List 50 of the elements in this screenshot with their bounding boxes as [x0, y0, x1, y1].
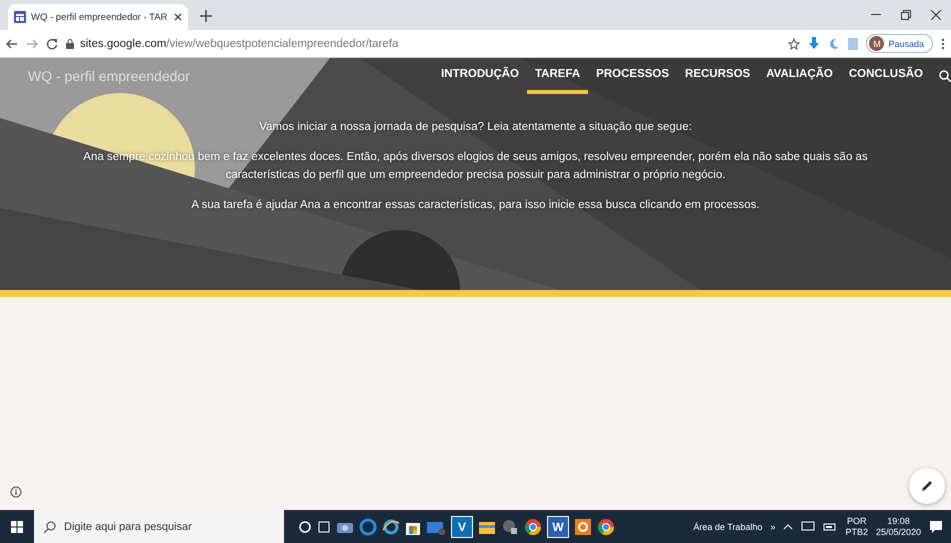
clock-date[interactable]: 25/05/2020 [876, 526, 921, 538]
caret-icon[interactable] [783, 524, 794, 530]
nav-link[interactable]: RECURSOS [677, 58, 758, 94]
clock-time[interactable]: 19:08 [887, 516, 910, 526]
menu-icon[interactable] [941, 38, 945, 50]
task-view-icon[interactable] [317, 520, 331, 534]
language[interactable]: POR [846, 516, 866, 526]
pencil-icon [921, 480, 933, 492]
download-icon[interactable] [808, 36, 820, 50]
paragraph: A sua tarefa é ajudar Ana a encontrar essas características, para isso inicie essa busca clicando em processos. [191, 198, 760, 213]
info-icon[interactable] [10, 486, 22, 498]
notification-icon[interactable] [929, 520, 943, 534]
profile-button[interactable]: M Pausada [866, 34, 933, 53]
battery-icon[interactable] [823, 522, 838, 532]
nav-link[interactable]: TAREFA [527, 58, 588, 94]
star-icon[interactable] [788, 38, 800, 50]
media-icon[interactable] [501, 518, 519, 536]
chrome-icon[interactable] [524, 518, 542, 536]
nav-link[interactable]: PROCESSOS [588, 58, 678, 94]
nav-link[interactable]: INTRODUÇÃO [433, 58, 528, 94]
close-icon[interactable] [174, 13, 182, 21]
minimize-icon[interactable] [871, 14, 881, 16]
app-icon[interactable]: W [547, 516, 569, 538]
nav-link[interactable]: CONCLUSÃO [840, 58, 931, 94]
back-icon[interactable] [6, 38, 18, 48]
chevron[interactable]: » [770, 522, 776, 532]
browser-icon[interactable] [359, 518, 377, 536]
windows-icon[interactable] [11, 520, 23, 532]
network-icon[interactable] [801, 520, 816, 532]
reload-icon[interactable] [46, 38, 58, 50]
keyboard-layout[interactable]: PTB2 [845, 526, 868, 538]
close-icon[interactable] [931, 10, 941, 20]
address-field[interactable]: sites.google.com/view/webquestpotencialempreendedor/tarefa [66, 38, 780, 50]
lock-icon [66, 38, 74, 48]
toolbar-label[interactable]: Área de Trabalho [693, 522, 762, 532]
search-field[interactable]: Digite aqui para pesquisar [34, 510, 284, 543]
search-icon [44, 520, 56, 532]
browser-icon[interactable] [382, 518, 400, 536]
nav-link[interactable]: AVALIAÇÃO [758, 58, 841, 94]
app-icon[interactable] [574, 518, 592, 536]
browser-tab[interactable]: WQ - perfil empreendedor - TAR [8, 4, 188, 30]
circle-icon[interactable] [298, 520, 312, 534]
paragraph: Vamos iniciar a nossa jornada de pesquisa? Leia atentamente a situação que segue: [259, 120, 692, 135]
edit-button[interactable] [909, 468, 945, 504]
chrome-icon[interactable] [597, 518, 615, 536]
restore-icon[interactable] [901, 10, 911, 20]
site-icon [14, 11, 26, 23]
search-icon[interactable] [939, 70, 951, 82]
app-icon[interactable]: V [451, 516, 473, 538]
new-tab-icon[interactable] [200, 10, 212, 22]
